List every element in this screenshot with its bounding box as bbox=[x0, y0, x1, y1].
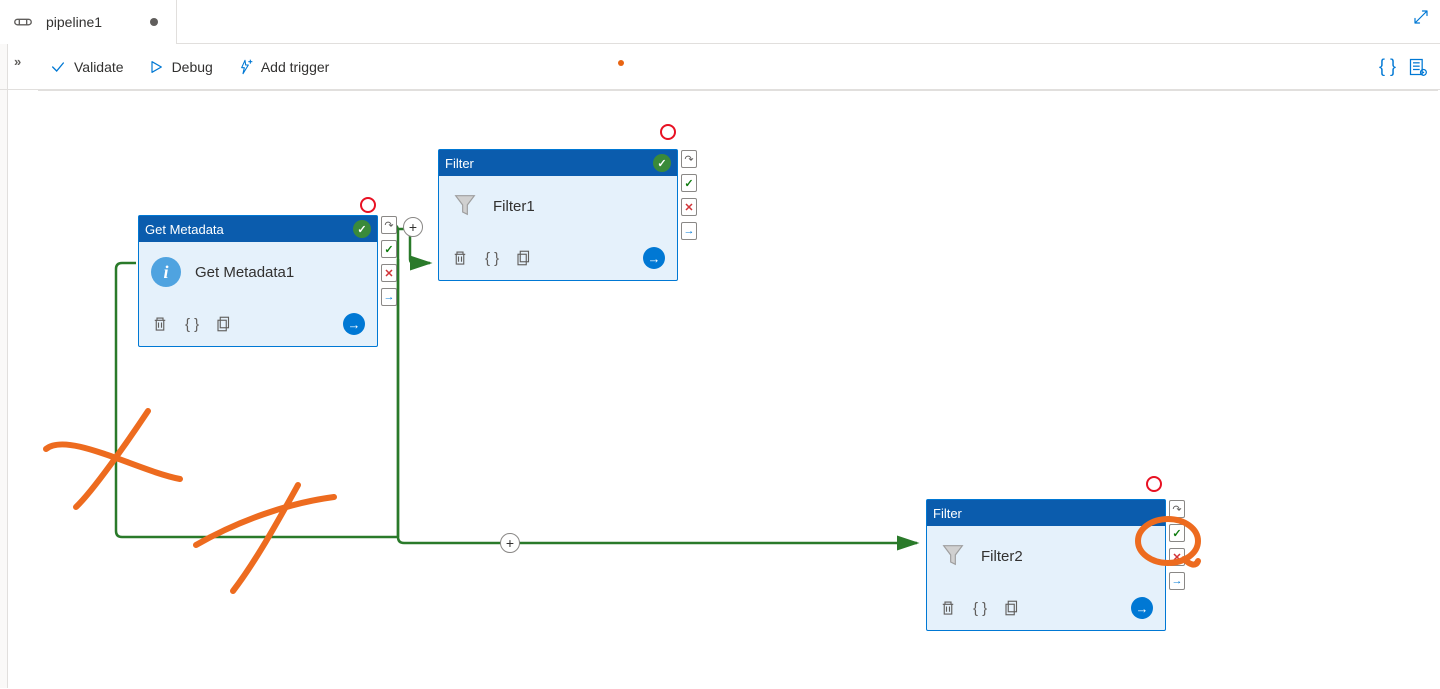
node-footer: { } → bbox=[139, 302, 377, 346]
success-handle[interactable]: ✓ bbox=[381, 240, 397, 258]
failure-handle[interactable]: ✕ bbox=[1169, 548, 1185, 566]
node-body: i Get Metadata1 bbox=[139, 242, 377, 302]
check-icon: ✓ bbox=[353, 220, 371, 238]
add-connector-button[interactable]: + bbox=[500, 533, 520, 553]
check-icon: ✓ bbox=[653, 154, 671, 172]
copy-icon[interactable] bbox=[515, 249, 533, 267]
completion-handle[interactable]: ↷ bbox=[1169, 500, 1185, 518]
lightning-icon bbox=[237, 59, 253, 75]
activity-node-filter1[interactable]: Filter ✓ Filter1 { } → ↷ ✓ ✕ bbox=[438, 149, 678, 281]
delete-icon[interactable] bbox=[451, 249, 469, 267]
pipeline-canvas[interactable]: + + Get Metadata ✓ i Get Metadata1 { } → bbox=[38, 90, 1438, 688]
tab-strip: pipeline1 bbox=[0, 0, 1440, 44]
node-header: Filter bbox=[927, 500, 1165, 526]
node-header: Get Metadata ✓ bbox=[139, 216, 377, 242]
toolbar-right: { } bbox=[1379, 56, 1428, 77]
skip-handle[interactable]: → bbox=[1169, 572, 1185, 590]
handles: ↷ ✓ ✕ → bbox=[381, 216, 397, 312]
node-body: Filter1 bbox=[439, 176, 677, 236]
add-connector-button[interactable]: + bbox=[403, 217, 423, 237]
funnel-icon bbox=[451, 191, 479, 222]
collapse-panel-button[interactable]: » bbox=[14, 54, 21, 69]
handles: ↷ ✓ ✕ → bbox=[681, 150, 697, 246]
annotation-layer bbox=[38, 91, 1438, 689]
activity-node-filter2[interactable]: Filter Filter2 { } → ↷ ✓ ✕ → bbox=[926, 499, 1166, 631]
expand-button[interactable] bbox=[1412, 8, 1430, 29]
node-header-title: Filter bbox=[933, 506, 962, 521]
node-header-title: Get Metadata bbox=[145, 222, 224, 237]
goto-button[interactable]: → bbox=[643, 247, 665, 269]
code-icon[interactable]: { } bbox=[185, 316, 199, 333]
completion-handle[interactable]: ↷ bbox=[381, 216, 397, 234]
activity-node-getmetadata[interactable]: Get Metadata ✓ i Get Metadata1 { } → ↷ ✓… bbox=[138, 215, 378, 347]
goto-button[interactable]: → bbox=[1131, 597, 1153, 619]
completion-handle[interactable]: ↷ bbox=[681, 150, 697, 168]
skip-handle[interactable]: → bbox=[381, 288, 397, 306]
debug-button[interactable]: Debug bbox=[148, 59, 213, 75]
page-root: pipeline1 » Validate Debug Add trigger {… bbox=[0, 0, 1440, 688]
validate-label: Validate bbox=[74, 59, 124, 75]
debug-label: Debug bbox=[172, 59, 213, 75]
success-handle[interactable]: ✓ bbox=[1169, 524, 1185, 542]
tab-title: pipeline1 bbox=[42, 14, 102, 30]
code-icon[interactable]: { } bbox=[485, 250, 499, 267]
tab-pipeline[interactable]: pipeline1 bbox=[0, 0, 177, 44]
play-icon bbox=[148, 59, 164, 75]
copy-icon[interactable] bbox=[215, 315, 233, 333]
check-icon bbox=[50, 59, 66, 75]
add-trigger-button[interactable]: Add trigger bbox=[237, 59, 329, 75]
node-label: Get Metadata1 bbox=[195, 264, 294, 281]
failure-handle[interactable]: ✕ bbox=[681, 198, 697, 216]
toolbar: » Validate Debug Add trigger { } bbox=[0, 44, 1440, 90]
node-label: Filter1 bbox=[493, 198, 535, 215]
code-icon[interactable]: { } bbox=[973, 600, 987, 617]
delete-icon[interactable] bbox=[151, 315, 169, 333]
breakpoint-toggle[interactable] bbox=[660, 124, 676, 140]
node-header-title: Filter bbox=[445, 156, 474, 171]
unsaved-dot-icon bbox=[150, 18, 158, 26]
node-footer: { } → bbox=[927, 586, 1165, 630]
failure-handle[interactable]: ✕ bbox=[381, 264, 397, 282]
info-icon: i bbox=[151, 257, 181, 287]
add-trigger-label: Add trigger bbox=[261, 59, 329, 75]
left-gutter bbox=[0, 0, 8, 688]
pipeline-icon bbox=[12, 11, 34, 33]
validate-button[interactable]: Validate bbox=[50, 59, 124, 75]
properties-button[interactable] bbox=[1408, 57, 1428, 77]
breakpoint-toggle[interactable] bbox=[360, 197, 376, 213]
funnel-icon bbox=[939, 541, 967, 572]
connector-layer bbox=[38, 91, 1438, 689]
handles: ↷ ✓ ✕ → bbox=[1169, 500, 1185, 596]
delete-icon[interactable] bbox=[939, 599, 957, 617]
skip-handle[interactable]: → bbox=[681, 222, 697, 240]
success-handle[interactable]: ✓ bbox=[681, 174, 697, 192]
warning-dot-icon bbox=[618, 60, 624, 66]
goto-button[interactable]: → bbox=[343, 313, 365, 335]
breakpoint-toggle[interactable] bbox=[1146, 476, 1162, 492]
node-label: Filter2 bbox=[981, 548, 1023, 565]
copy-icon[interactable] bbox=[1003, 599, 1021, 617]
node-header: Filter ✓ bbox=[439, 150, 677, 176]
code-view-button[interactable]: { } bbox=[1379, 56, 1396, 77]
node-body: Filter2 bbox=[927, 526, 1165, 586]
node-footer: { } → bbox=[439, 236, 677, 280]
